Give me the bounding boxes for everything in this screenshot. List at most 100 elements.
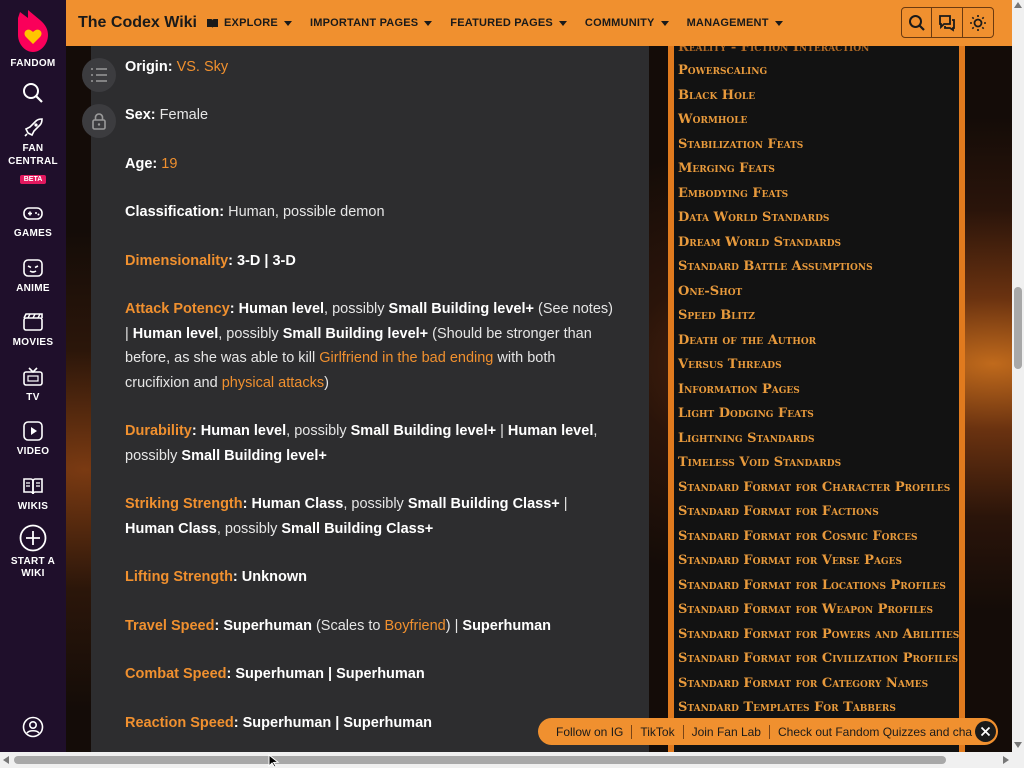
origin-link[interactable]: VS. Sky bbox=[177, 59, 229, 75]
combat-speed-link[interactable]: Combat Speed bbox=[125, 666, 227, 682]
sidebar-link[interactable]: Timeless Void Standards bbox=[678, 454, 841, 472]
physical-attacks-link[interactable]: physical attacks bbox=[222, 375, 324, 391]
lifting-strength-value: : Unknown bbox=[232, 569, 308, 585]
horizontal-scroll-thumb[interactable] bbox=[14, 756, 946, 764]
sidebar-link[interactable]: Standard Format for Weapon Profiles bbox=[678, 601, 933, 619]
rail-item-fan-central[interactable]: FAN CENTRAL BETA bbox=[0, 117, 66, 186]
origin-row: Origin: VS. Sky bbox=[125, 55, 620, 80]
scroll-up-arrow-icon[interactable] bbox=[1014, 2, 1022, 8]
search-button[interactable] bbox=[901, 7, 932, 38]
join-fan-lab-link[interactable]: Join Fan Lab bbox=[684, 724, 770, 739]
close-notification-button[interactable] bbox=[975, 721, 996, 742]
rail-item-start-a-wiki[interactable]: START A WIKI bbox=[0, 524, 66, 580]
quizzes-link[interactable]: Check out Fandom Quizzes and cha bbox=[770, 725, 980, 739]
rail-item-wikis[interactable]: WIKIS bbox=[0, 475, 66, 513]
dur-text-2: , possibly bbox=[286, 423, 351, 439]
sidebar-link[interactable]: Versus Threads bbox=[678, 356, 782, 374]
sidebar-link[interactable]: Standard Format for Verse Pages bbox=[678, 552, 902, 570]
sidebar-link[interactable]: Standard Battle Assumptions bbox=[678, 258, 873, 276]
sidebar-link[interactable]: Standard Templates For Tabbers bbox=[678, 699, 896, 717]
rail-item-video[interactable]: VIDEO bbox=[0, 420, 66, 458]
chevron-down-icon bbox=[660, 20, 669, 26]
discussions-icon bbox=[939, 14, 955, 32]
wiki-name-link[interactable]: The Codex Wiki bbox=[66, 14, 206, 32]
sidebar-link[interactable]: Information Pages bbox=[678, 381, 800, 399]
mouse-cursor-icon bbox=[268, 754, 280, 768]
classification-label: Classification: bbox=[125, 204, 225, 220]
dimensionality-link[interactable]: Dimensionality bbox=[125, 253, 228, 269]
rail-search-button[interactable] bbox=[0, 82, 66, 104]
vertical-scrollbar[interactable] bbox=[1012, 0, 1024, 752]
dur-text-4: | bbox=[496, 423, 508, 439]
sidebar-link[interactable]: Wormhole bbox=[678, 111, 747, 129]
striking-strength-link[interactable]: Striking Strength bbox=[125, 496, 243, 512]
sidebar-link[interactable]: Lightning Standards bbox=[678, 430, 815, 448]
scroll-down-arrow-icon[interactable] bbox=[1014, 742, 1022, 748]
sidebar-link[interactable]: Standard Format for Locations Profiles bbox=[678, 577, 946, 595]
sidebar-link[interactable]: Standard Format for Cosmic Forces bbox=[678, 528, 917, 546]
sidebar-link[interactable]: Standard Format for Powers and Abilities bbox=[678, 626, 959, 644]
boyfriend-link[interactable]: Boyfriend bbox=[384, 618, 445, 634]
nav-community[interactable]: COMMUNITY bbox=[585, 17, 669, 29]
fandom-logo-link[interactable]: FANDOM bbox=[0, 8, 66, 70]
rail-item-movies[interactable]: MOVIES bbox=[0, 311, 66, 349]
sidebar-link[interactable]: Stabilization Feats bbox=[678, 136, 803, 154]
book-icon bbox=[23, 478, 43, 495]
sidebar-link[interactable]: Standard Format for Factions bbox=[678, 503, 879, 521]
attack-potency-row: Attack Potency: Human level, possibly Sm… bbox=[125, 297, 620, 395]
table-of-contents-button[interactable] bbox=[82, 58, 116, 92]
sidebar-link[interactable]: One-Shot bbox=[678, 283, 742, 301]
sidebar-link[interactable]: Data World Standards bbox=[678, 209, 829, 227]
ss-text-2: , possibly bbox=[343, 496, 408, 512]
sidebar-link[interactable]: Standard Format for Character Profiles bbox=[678, 479, 950, 497]
sidebar-link[interactable]: Speed Blitz bbox=[678, 307, 755, 325]
sidebar-link[interactable]: Powerscaling bbox=[678, 62, 767, 80]
rail-item-tv[interactable]: TV bbox=[0, 366, 66, 404]
vertical-scroll-thumb[interactable] bbox=[1014, 287, 1022, 369]
sidebar-frame: Reality - Fiction Interaction Powerscali… bbox=[668, 46, 965, 752]
nav-important-pages[interactable]: IMPORTANT PAGES bbox=[310, 17, 433, 29]
sidebar-link[interactable]: Standard Format for Civilization Profile… bbox=[678, 650, 958, 668]
nav-featured-pages[interactable]: FEATURED PAGES bbox=[450, 17, 567, 29]
explore-book-icon bbox=[207, 18, 218, 28]
sidebar-link[interactable]: Reality - Fiction Interaction bbox=[678, 46, 869, 57]
ap-text-10: ) bbox=[324, 374, 329, 391]
reaction-speed-link[interactable]: Reaction Speed bbox=[125, 715, 234, 731]
tiktok-link[interactable]: TikTok bbox=[632, 724, 684, 739]
ap-text-5: Human level bbox=[132, 325, 219, 342]
rail-item-games[interactable]: GAMES bbox=[0, 202, 66, 240]
reaction-speed-value: : Superhuman | Superhuman bbox=[233, 715, 432, 731]
attack-potency-link[interactable]: Attack Potency bbox=[125, 301, 230, 317]
sidebar-link[interactable]: Black Hole bbox=[678, 87, 755, 105]
nav-management[interactable]: MANAGEMENT bbox=[687, 17, 783, 29]
nav-explore[interactable]: EXPLORE bbox=[206, 17, 292, 29]
scroll-left-arrow-icon[interactable] bbox=[3, 756, 9, 764]
horizontal-scrollbar[interactable] bbox=[0, 752, 1024, 768]
sidebar-link[interactable]: Dream World Standards bbox=[678, 234, 841, 252]
discussions-button[interactable] bbox=[932, 7, 963, 38]
sidebar-link[interactable]: Merging Feats bbox=[678, 160, 775, 178]
sidebar-link[interactable]: Standard Format for Category Names bbox=[678, 675, 928, 693]
ss-text-6: , possibly bbox=[216, 520, 282, 537]
travel-speed-link[interactable]: Travel Speed bbox=[125, 618, 214, 634]
scroll-right-arrow-icon[interactable] bbox=[1003, 756, 1009, 764]
theme-toggle-button[interactable] bbox=[963, 7, 994, 38]
classification-row: Classification: Human, possible demon bbox=[125, 200, 620, 225]
durability-row: Durability: Human level, possibly Small … bbox=[125, 419, 620, 468]
sidebar-link[interactable]: Death of the Author bbox=[678, 332, 816, 350]
sidebar-link[interactable]: Light Dodging Feats bbox=[678, 405, 814, 423]
girlfriend-bad-ending-link[interactable]: Girlfriend in the bad ending bbox=[319, 350, 493, 366]
durability-link[interactable]: Durability bbox=[125, 423, 192, 439]
user-account-button[interactable] bbox=[0, 716, 66, 738]
age-link[interactable]: 19 bbox=[161, 156, 177, 172]
search-icon bbox=[23, 83, 43, 103]
rail-label-start: START A bbox=[10, 556, 56, 567]
article-tools bbox=[82, 58, 116, 150]
rail-item-anime[interactable]: ANIME bbox=[0, 257, 66, 295]
sidebar-link[interactable]: Embodying Feats bbox=[678, 185, 788, 203]
follow-on-ig-link[interactable]: Follow on IG bbox=[548, 724, 633, 739]
gamepad-icon bbox=[23, 207, 43, 220]
page-lock-button[interactable] bbox=[82, 104, 116, 138]
lifting-strength-link[interactable]: Lifting Strength bbox=[125, 569, 233, 585]
ap-text-3: Small Building level+ bbox=[388, 301, 534, 317]
